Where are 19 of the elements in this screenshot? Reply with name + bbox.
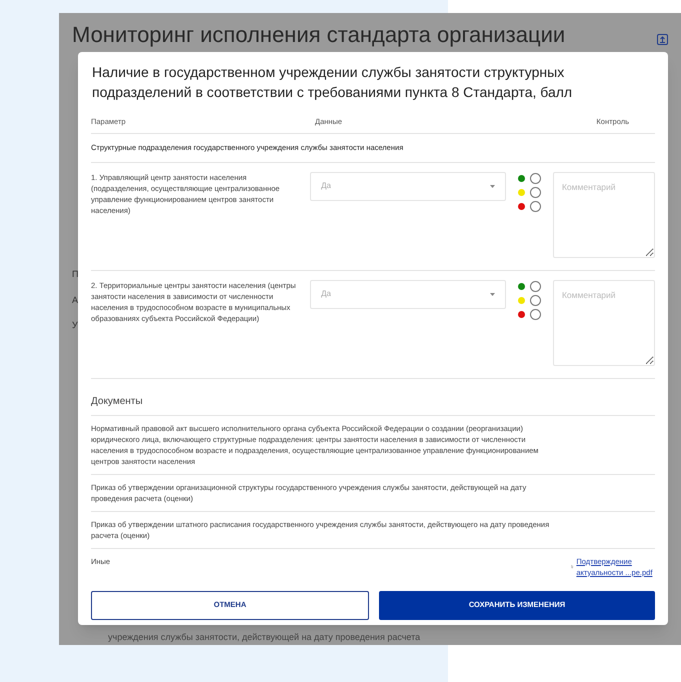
page-title: Мониторинг исполнения стандарта организации [72,21,566,49]
comment-field[interactable]: Комментарий [552,172,655,258]
caret-icon [490,292,495,296]
caret-icon [490,184,495,188]
text-fragment: У [72,319,78,332]
radio-button[interactable] [530,200,541,212]
section-title: Документы [91,394,143,408]
radio-button[interactable] [530,294,541,306]
upload-icon[interactable] [657,34,668,45]
document-text: учреждения службы занятости, действующей на дату проведения расчета [108,631,420,644]
radio-button[interactable] [530,280,541,292]
radio-button[interactable] [530,186,541,198]
radio-button[interactable] [530,172,541,184]
radio-button[interactable] [530,308,541,320]
text-fragment: П [72,268,78,281]
comment-field[interactable]: Комментарий [552,280,655,366]
dialog-title: Наличие в государственном учреждении службы занятости структурных подразделений в соответствии с требованиями пункта 8 Стандарта, балл [92,63,574,102]
text-fragment: А [72,294,78,306]
attachment-icon [571,563,574,570]
